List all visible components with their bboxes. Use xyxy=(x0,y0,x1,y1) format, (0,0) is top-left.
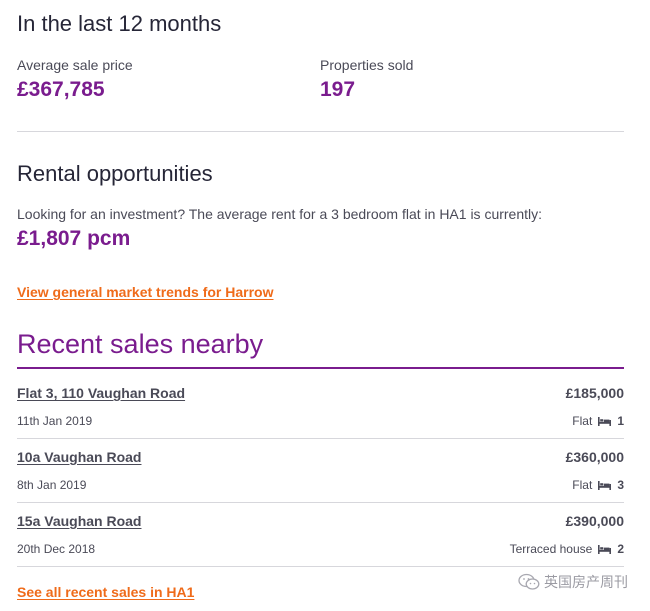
sale-date: 20th Dec 2018 xyxy=(17,542,96,556)
average-sale-price-value: £367,785 xyxy=(17,78,105,101)
property-type: Flat xyxy=(572,414,593,428)
property-type: Terraced house xyxy=(509,542,593,556)
last-12-months-heading: In the last 12 months xyxy=(17,11,222,36)
sale-address-link[interactable]: 15a Vaughan Road xyxy=(17,513,141,529)
bed-icon xyxy=(598,480,612,490)
property-type: Flat xyxy=(572,478,593,492)
sale-row: Flat 3, 110 Vaughan Road £185,000 11th J… xyxy=(17,385,624,449)
sale-property-info: Flat 3 xyxy=(572,478,624,492)
properties-sold-label: Properties sold xyxy=(320,57,414,73)
bedroom-count: 2 xyxy=(617,542,624,556)
row-divider xyxy=(17,566,624,567)
sale-price: £185,000 xyxy=(565,385,624,401)
row-divider xyxy=(17,502,624,503)
rental-description: Looking for an investment? The average r… xyxy=(17,206,543,222)
sale-address-link[interactable]: Flat 3, 110 Vaughan Road xyxy=(17,385,185,401)
sale-property-info: Flat 1 xyxy=(572,414,624,428)
watermark: 英国房产周刊 xyxy=(518,572,628,592)
bed-icon xyxy=(598,416,612,426)
see-all-recent-sales-link[interactable]: See all recent sales in HA1 xyxy=(17,584,194,600)
sale-price: £390,000 xyxy=(565,513,624,529)
recent-sales-divider xyxy=(17,367,624,369)
sale-row: 10a Vaughan Road £360,000 8th Jan 2019 F… xyxy=(17,449,624,513)
row-divider xyxy=(17,438,624,439)
rental-opportunities-heading: Rental opportunities xyxy=(17,161,213,186)
recent-sales-heading: Recent sales nearby xyxy=(17,329,264,359)
sale-row: 15a Vaughan Road £390,000 20th Dec 2018 … xyxy=(17,513,624,577)
bedroom-count: 3 xyxy=(617,478,624,492)
section-divider xyxy=(17,131,624,132)
market-trends-link[interactable]: View general market trends for Harrow xyxy=(17,284,274,300)
bed-icon xyxy=(598,544,612,554)
wechat-icon xyxy=(518,573,540,590)
average-sale-price-label: Average sale price xyxy=(17,57,133,73)
bedroom-count: 1 xyxy=(617,414,624,428)
watermark-text: 英国房产周刊 xyxy=(544,574,628,590)
sale-price: £360,000 xyxy=(565,449,624,465)
sale-address-link[interactable]: 10a Vaughan Road xyxy=(17,449,141,465)
sale-date: 8th Jan 2019 xyxy=(17,478,87,492)
properties-sold-value: 197 xyxy=(320,78,356,101)
sale-date: 11th Jan 2019 xyxy=(17,414,93,428)
average-rent-value: £1,807 pcm xyxy=(17,227,131,250)
sale-property-info: Terraced house 2 xyxy=(510,542,624,556)
